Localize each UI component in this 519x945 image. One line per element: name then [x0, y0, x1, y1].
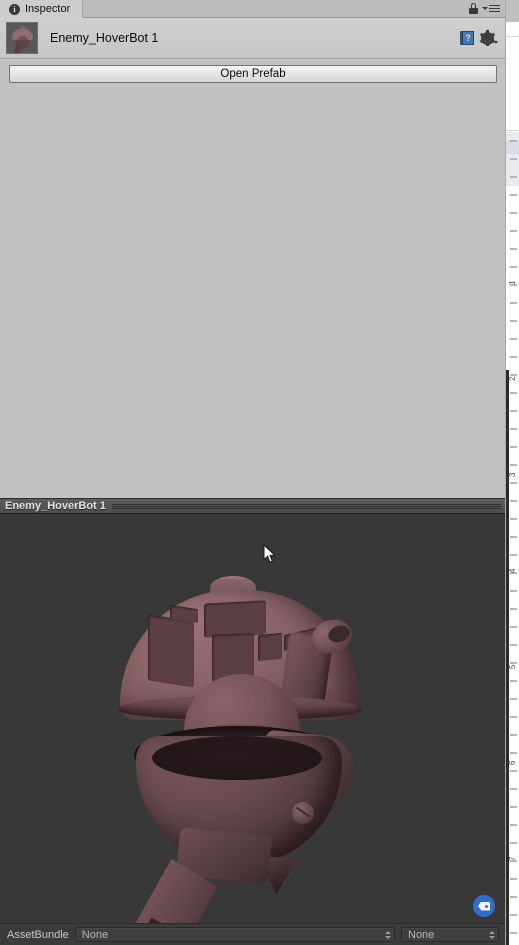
tab-inspector[interactable]: i Inspector	[0, 0, 84, 18]
asset-label-badge-wrap	[473, 895, 495, 917]
adjacent-panel-row	[510, 518, 517, 520]
ruler-mark: 7	[508, 856, 517, 861]
preview-title: Enemy_HoverBot 1	[5, 500, 106, 512]
adjacent-panel-row	[510, 734, 517, 736]
object-header-icons: ?	[460, 30, 498, 46]
help-glyph: ?	[462, 31, 474, 45]
prefab-actions-row: Open Prefab	[0, 59, 505, 89]
adjacent-panel-row	[510, 338, 517, 340]
adjacent-panel-row	[510, 320, 517, 322]
adjacent-panel-row	[510, 302, 517, 304]
ruler-mark: 6	[508, 760, 517, 765]
ruler-mark: 5	[508, 664, 517, 669]
adjacent-panel-row	[510, 158, 517, 160]
tab-bar-controls	[469, 0, 505, 17]
inspector-panel: i Inspector Enemy_HoverBot 1 ? Open Pref…	[0, 0, 505, 945]
adjacent-panel-row	[510, 878, 517, 880]
adjacent-panel-row	[510, 212, 517, 214]
assetbundle-name-value: None	[81, 928, 109, 941]
adjacent-panel-row	[510, 770, 517, 772]
assetbundle-label: AssetBundle	[7, 928, 69, 941]
ruler-mark: 1	[508, 280, 517, 285]
adjacent-panel-row	[510, 230, 517, 232]
adjacent-panel-row	[510, 464, 517, 466]
adjacent-panel-row	[510, 248, 517, 250]
adjacent-panel-strip[interactable]: 1 2 3 4 5 6 7	[505, 0, 519, 945]
adjacent-panel-row	[510, 266, 517, 268]
ruler-mark: 3	[508, 472, 517, 477]
info-icon: i	[9, 3, 20, 15]
lock-icon[interactable]	[469, 3, 478, 14]
inspector-body	[0, 89, 505, 498]
adjacent-panel-row	[510, 626, 517, 628]
adjacent-panel-row	[510, 500, 517, 502]
adjacent-panel-row	[510, 680, 517, 682]
adjacent-panel-row	[510, 896, 517, 898]
mouse-pointer-icon	[263, 544, 276, 563]
adjacent-panel-row	[510, 410, 517, 412]
adjacent-panel-row	[510, 428, 517, 430]
ruler-mark: 2	[508, 376, 517, 381]
tab-bar: i Inspector	[0, 0, 505, 18]
assetbundle-variant-value: None	[408, 928, 435, 941]
adjacent-panel-row	[510, 176, 517, 178]
adjacent-panel-row	[510, 914, 517, 916]
preview-viewport[interactable]	[0, 514, 505, 923]
chevron-updown-icon	[385, 930, 391, 939]
adjacent-panel-row	[510, 194, 517, 196]
adjacent-panel-row	[510, 716, 517, 718]
help-book-icon[interactable]: ?	[460, 31, 474, 45]
tab-bar-filler	[83, 0, 469, 17]
prefab-thumbnail-icon[interactable]	[6, 22, 38, 54]
adjacent-panel-row	[510, 824, 517, 826]
assetbundle-bar: AssetBundle None None	[0, 923, 505, 945]
gear-icon[interactable]	[479, 30, 498, 46]
ruler-mark: 4	[508, 568, 517, 573]
inspector-window: i Inspector Enemy_HoverBot 1 ? Open Pref…	[0, 0, 519, 945]
adjacent-panel-row	[510, 644, 517, 646]
tab-inspector-label: Inspector	[25, 3, 71, 15]
open-prefab-button[interactable]: Open Prefab	[9, 65, 497, 83]
adjacent-panel-row	[510, 536, 517, 538]
adjacent-panel-row	[510, 392, 517, 394]
object-header: Enemy_HoverBot 1 ?	[0, 18, 505, 59]
chevron-updown-icon	[489, 930, 495, 939]
preview-resize-handle[interactable]	[111, 502, 501, 510]
adjacent-panel-row	[510, 590, 517, 592]
asset-label-tag-icon[interactable]	[473, 895, 495, 917]
preview-header[interactable]: Enemy_HoverBot 1	[0, 498, 505, 514]
adjacent-panel-row	[510, 932, 517, 934]
adjacent-panel-row	[510, 698, 517, 700]
adjacent-panel-row	[510, 482, 517, 484]
hamburger-menu-icon[interactable]	[482, 4, 500, 13]
hoverbot-model[interactable]	[112, 574, 372, 923]
adjacent-panel-row	[510, 446, 517, 448]
adjacent-panel-row	[510, 806, 517, 808]
adjacent-panel-row	[510, 842, 517, 844]
adjacent-panel-row	[510, 608, 517, 610]
assetbundle-variant-dropdown[interactable]: None	[401, 927, 499, 942]
adjacent-panel-row	[510, 140, 517, 142]
adjacent-panel-row	[510, 554, 517, 556]
adjacent-panel-row	[510, 356, 517, 358]
adjacent-panel-row	[510, 788, 517, 790]
assetbundle-name-dropdown[interactable]: None	[74, 927, 395, 942]
adjacent-panel-row	[510, 752, 517, 754]
object-title: Enemy_HoverBot 1	[50, 31, 159, 45]
